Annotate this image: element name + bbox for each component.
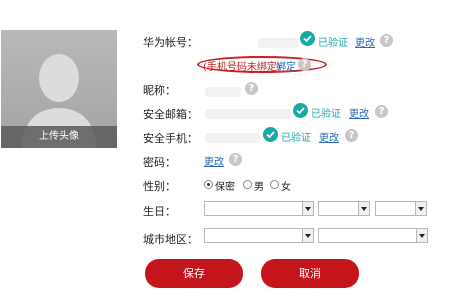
email-change-link[interactable]: 更改	[349, 105, 369, 120]
gender-radio-secret[interactable]	[204, 180, 213, 189]
password-change-link[interactable]: 更改	[204, 153, 224, 168]
account-change-link[interactable]: 更改	[355, 34, 375, 49]
help-icon[interactable]: ?	[245, 82, 258, 95]
birthday-year-select[interactable]	[204, 201, 314, 216]
chevron-down-icon	[302, 202, 313, 215]
birthday-day-select[interactable]	[375, 201, 427, 216]
phone-unbound-text: (手机号码未绑定)	[203, 62, 281, 73]
bind-phone-link[interactable]: 绑定	[276, 58, 296, 73]
email-value-masked	[205, 109, 291, 119]
account-label: 华为帐号：	[143, 36, 198, 49]
help-icon[interactable]: ?	[380, 34, 393, 47]
gender-option-secret: 保密	[215, 182, 235, 193]
gender-option-female: 女	[281, 182, 291, 193]
verified-check-icon	[293, 103, 308, 118]
help-icon[interactable]: ?	[345, 129, 358, 142]
gender-radio-male[interactable]	[243, 180, 252, 189]
email-label: 安全邮箱：	[143, 108, 198, 121]
chevron-down-icon	[358, 202, 369, 215]
chevron-down-icon	[302, 229, 313, 242]
verified-check-icon	[300, 31, 315, 46]
gender-option-male: 男	[254, 182, 264, 193]
nickname-label: 昵称：	[143, 84, 176, 97]
help-icon[interactable]: ?	[298, 58, 311, 71]
chevron-down-icon	[416, 229, 427, 242]
upload-avatar-button[interactable]: 上传头像	[1, 126, 117, 148]
help-icon[interactable]: ?	[375, 105, 388, 118]
password-label: 密码：	[143, 156, 176, 169]
mobile-value-masked	[205, 133, 260, 143]
nickname-value-masked	[205, 87, 241, 97]
mobile-verified-text: 已验证	[281, 133, 311, 144]
birthday-month-select[interactable]	[318, 201, 370, 216]
mobile-change-link[interactable]: 更改	[319, 129, 339, 144]
email-verified-text: 已验证	[311, 109, 341, 120]
save-button[interactable]: 保存	[145, 259, 243, 288]
mobile-label: 安全手机：	[143, 132, 198, 145]
gender-radio-female[interactable]	[270, 180, 279, 189]
region-city-select[interactable]	[318, 228, 428, 243]
region-province-select[interactable]	[204, 228, 314, 243]
cancel-button[interactable]: 取消	[261, 259, 359, 288]
chevron-down-icon	[415, 202, 426, 215]
help-icon[interactable]: ?	[229, 153, 242, 166]
account-value-masked	[258, 38, 298, 48]
verified-check-icon	[263, 127, 278, 142]
account-verified-text: 已验证	[318, 38, 348, 49]
region-label: 城市地区：	[143, 233, 198, 246]
avatar-panel[interactable]: 上传头像	[1, 30, 117, 148]
birthday-label: 生日：	[143, 205, 176, 218]
gender-label: 性别：	[143, 180, 176, 193]
